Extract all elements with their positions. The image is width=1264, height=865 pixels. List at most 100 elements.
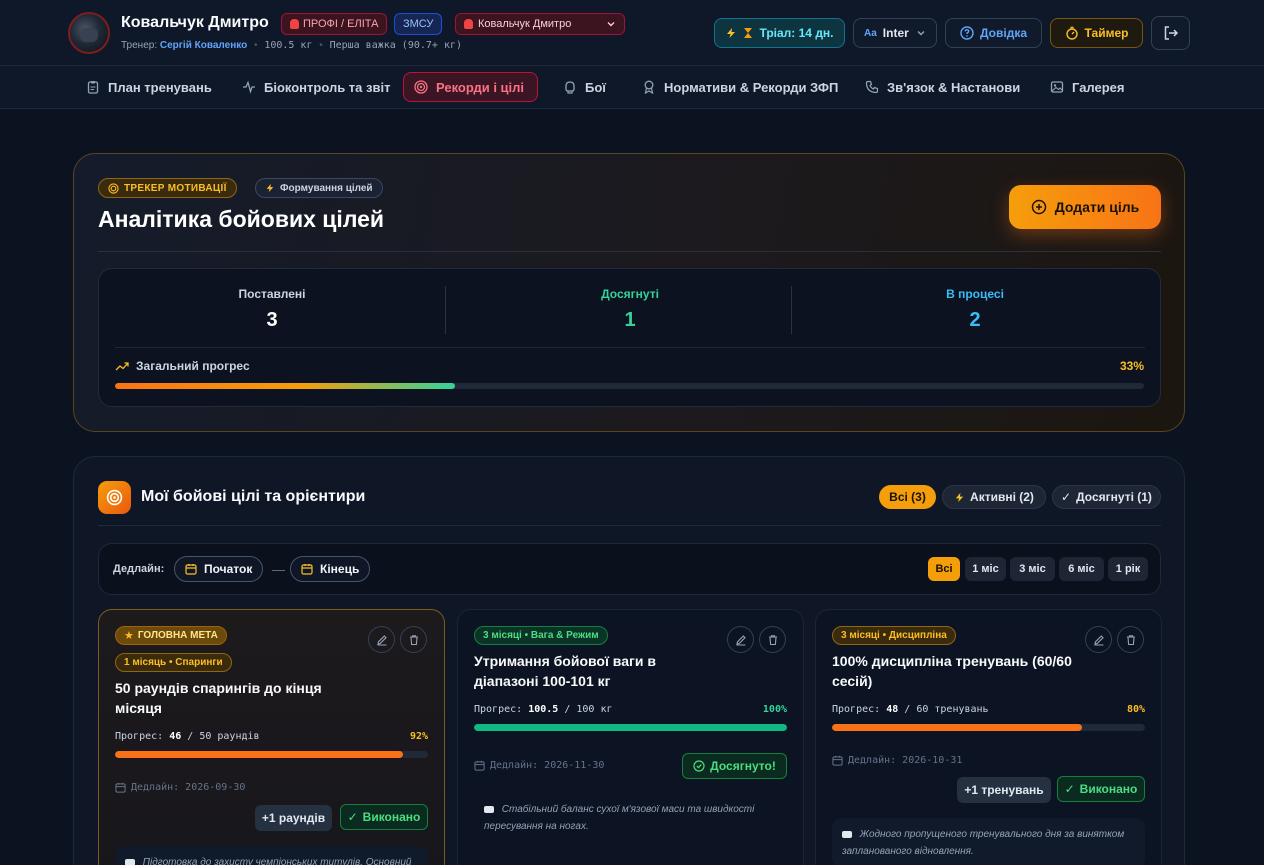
coach-name[interactable]: Сергій Коваленко (160, 40, 247, 51)
user-subline: Тренер: Сергій Коваленко • 100.5 кг • Пе… (121, 40, 463, 51)
goal-progress-bar (115, 751, 428, 758)
range-dash: — (272, 562, 285, 577)
increment-progress-button[interactable]: +1 тренувань (957, 777, 1051, 803)
phone-icon (865, 80, 879, 94)
filter-all[interactable]: Всі (3) (879, 485, 936, 509)
help-button[interactable]: Довідка (945, 18, 1042, 48)
filter-achieved-label: Досягнуті (1) (1076, 490, 1152, 504)
progress-label: Прогрес: (115, 731, 164, 742)
tab-biocontrol[interactable]: Біоконтроль та звіт (232, 72, 400, 102)
progress-label: Прогрес: (474, 704, 523, 715)
logout-button[interactable] (1151, 16, 1190, 50)
tab-gallery[interactable]: Галерея (1040, 72, 1135, 102)
goal-category-tag: 3 місяці • Дисципліна (832, 626, 956, 645)
goal-category-tag: 1 місяць • Спаринги (115, 653, 232, 672)
increment-progress-label: +1 раундів (261, 811, 326, 825)
goal-progress-fill (115, 751, 403, 758)
achieved-label: Досягнуто! (710, 759, 776, 773)
increment-progress-button[interactable]: +1 раундів (255, 805, 332, 831)
goal-progress-bar (832, 724, 1145, 731)
delete-goal-button[interactable] (400, 626, 427, 653)
timer-label: Таймер (1084, 26, 1129, 40)
trash-icon (409, 634, 418, 645)
divider (115, 347, 1145, 348)
goal-note-text: Підготовка до захисту чемпіонських титул… (142, 857, 412, 865)
overall-progress-pct: 33% (1119, 359, 1144, 373)
increment-progress-label: +1 тренувань (964, 783, 1044, 797)
start-date-picker[interactable]: Початок (174, 556, 264, 582)
goal-progress-row: Прогрес: 46 / 50 раундів 92% (115, 731, 428, 742)
edit-goal-button[interactable] (368, 626, 395, 653)
tab-records-goals[interactable]: Рекорди і цілі (403, 72, 538, 102)
filter-achieved[interactable]: ✓ Досягнуті (1) (1052, 485, 1161, 509)
coach-label: Тренер: (121, 40, 158, 51)
edit-goal-button[interactable] (1085, 626, 1112, 653)
chevron-down-icon (607, 22, 615, 27)
tab-training-plan[interactable]: План тренувань (76, 72, 222, 102)
mark-done-button[interactable]: ✓ Виконано (340, 804, 428, 830)
range-1-month[interactable]: 1 міс (965, 557, 1006, 581)
target-icon (108, 182, 119, 194)
boxing-glove-icon (290, 19, 299, 29)
mark-done-button[interactable]: ✓ Виконано (1057, 776, 1145, 802)
end-date-picker[interactable]: Кінець (290, 556, 371, 582)
comment-icon (125, 858, 135, 865)
pencil-icon (735, 634, 746, 645)
tab-fights[interactable]: Бої (553, 72, 616, 102)
filter-active[interactable]: Активні (2) (942, 485, 1046, 509)
tab-label: План тренувань (108, 79, 212, 95)
stat-label: Досягнуті (601, 287, 659, 301)
delete-goal-button[interactable] (1117, 626, 1144, 653)
timer-button[interactable]: Таймер (1050, 18, 1143, 48)
range-all[interactable]: Всі (928, 557, 960, 581)
stat-value: 2 (969, 309, 981, 331)
goal-card: 3 місяці • Дисципліна 100% дисципліна тр… (815, 609, 1162, 865)
progress-pct: 80% (1126, 704, 1145, 715)
pencil-icon (1093, 634, 1104, 645)
trial-button[interactable]: Тріал: 14 дн. (714, 18, 845, 48)
weight-class: Перша важка (90.7+ кг) (329, 40, 463, 51)
tab-standards[interactable]: Нормативи & Рекорди ЗФП (632, 72, 848, 102)
add-goal-button[interactable]: Додати ціль (1009, 185, 1161, 229)
tab-label: Бої (585, 79, 606, 95)
overall-progress-bar (115, 383, 1144, 389)
hourglass-icon (744, 28, 753, 38)
goal-forming-tag: Формування цілей (255, 178, 383, 198)
check-icon: ✓ (1064, 782, 1075, 796)
progress-pct: 92% (409, 731, 428, 742)
filter-active-label: Активні (2) (970, 490, 1034, 504)
pencil-icon (376, 634, 387, 645)
award-icon (642, 80, 656, 94)
range-6-months[interactable]: 6 міс (1059, 557, 1104, 581)
delete-goal-button[interactable] (759, 626, 786, 653)
progress-pct: 100% (762, 704, 787, 715)
level-badge-label: ПРОФІ / ЕЛІТА (303, 18, 379, 30)
calendar-icon (832, 755, 843, 766)
stopwatch-icon (1065, 26, 1078, 40)
range-3-months[interactable]: 3 міс (1010, 557, 1055, 581)
logout-icon (1164, 26, 1178, 40)
comment-icon (484, 805, 494, 813)
range-1-year[interactable]: 1 рік (1108, 557, 1148, 581)
stat-value: 1 (624, 309, 636, 331)
progress-current: 100.5 (528, 704, 559, 715)
trending-up-icon (115, 362, 129, 371)
lightning-icon (266, 183, 274, 193)
calendar-icon (185, 564, 197, 575)
clipboard-icon (86, 80, 100, 94)
goal-forming-label: Формування цілей (280, 182, 373, 194)
goal-deadline: Дедлайн: 2026-11-30 (474, 760, 604, 771)
achieved-badge: Досягнуто! (682, 753, 787, 779)
overall-progress-label: Загальний прогрес (115, 359, 250, 373)
target-icon (414, 80, 428, 94)
tab-communication[interactable]: Зв'язок & Настанови (855, 72, 1030, 102)
main-nav: План тренувань Біоконтроль та звіт Рекор… (0, 66, 1264, 109)
athlete-select[interactable]: Ковальчук Дмитро (455, 13, 625, 35)
avatar[interactable] (68, 12, 110, 54)
start-date-label: Початок (204, 562, 253, 576)
edit-goal-button[interactable] (727, 626, 754, 653)
goal-note: Жодного пропущеного тренувального дня за… (832, 818, 1145, 865)
tab-label: Рекорди і цілі (436, 79, 525, 95)
font-select[interactable]: Aa Inter (853, 18, 937, 48)
chevron-down-icon (917, 31, 925, 36)
